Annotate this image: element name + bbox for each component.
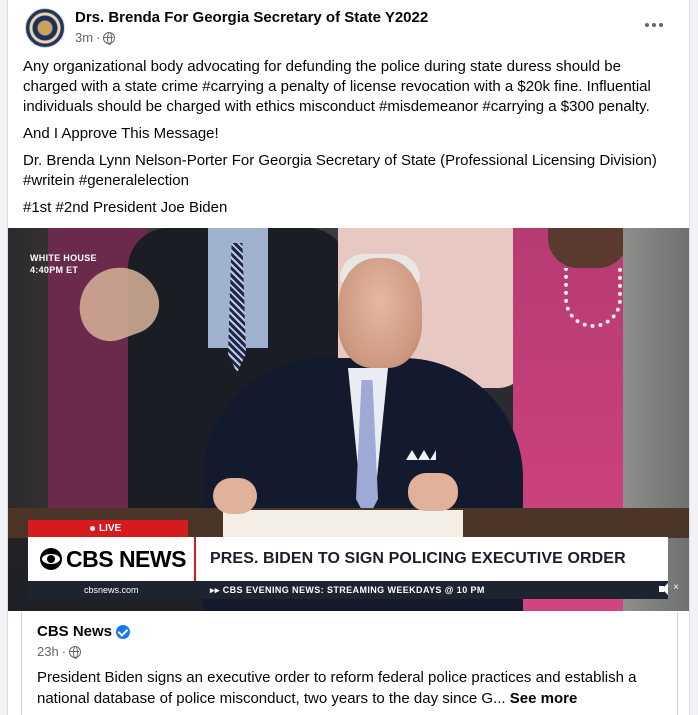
see-more-link[interactable]: See more — [510, 690, 578, 707]
globe-icon[interactable] — [69, 645, 82, 659]
post-body: Any organizational body advocating for d… — [23, 57, 673, 225]
globe-icon[interactable] — [103, 31, 116, 45]
video-player[interactable]: WHITE HOUSE 4:40PM ET LIVE CBS NEWS PRES… — [8, 228, 689, 611]
time-label: 4:40PM ET — [30, 265, 79, 275]
shared-time[interactable]: 23h — [37, 644, 59, 659]
cbs-eye-icon — [40, 548, 62, 570]
meta-separator: · — [96, 30, 101, 45]
shared-author-name[interactable]: CBS News — [37, 623, 112, 640]
live-label: LIVE — [99, 523, 122, 534]
post-paragraph: Dr. Brenda Lynn Nelson-Porter For Georgi… — [23, 152, 657, 169]
post-hashtags[interactable]: #1st #2nd President Joe Biden — [23, 198, 673, 218]
scene-necklace — [564, 268, 622, 328]
post-meta: 3m · — [75, 30, 116, 45]
cbs-news-logo: CBS NEWS — [28, 537, 196, 581]
scene-person — [548, 228, 628, 268]
post-hashtags[interactable]: #writein #generalelection — [23, 171, 673, 191]
more-options-icon[interactable] — [641, 14, 667, 36]
verified-icon — [116, 624, 131, 639]
scene-hand — [213, 478, 257, 514]
news-ticker: cbsnews.com ▸▸ CBS EVENING NEWS: STREAMI… — [28, 581, 668, 599]
live-dot-icon — [90, 526, 95, 531]
news-banner: CBS NEWS PRES. BIDEN TO SIGN POLICING EX… — [28, 537, 668, 581]
scene-hand — [408, 473, 458, 511]
post-card: Drs. Brenda For Georgia Secretary of Sta… — [7, 0, 690, 715]
post-paragraph: And I Approve This Message! — [23, 125, 219, 142]
post-header: Drs. Brenda For Georgia Secretary of Sta… — [8, 0, 689, 50]
scene-head — [338, 258, 422, 368]
shared-text: President Biden signs an executive order… — [37, 667, 667, 709]
location-badge: WHITE HOUSE 4:40PM ET — [30, 252, 97, 276]
shared-post[interactable]: CBS News 23h · President Biden signs an … — [21, 612, 678, 715]
network-name: CBS NEWS — [66, 545, 186, 572]
ticker-text: ▸▸ CBS EVENING NEWS: STREAMING WEEKDAYS … — [210, 584, 485, 595]
meta-separator: · — [61, 644, 67, 659]
ticker-site: cbsnews.com — [84, 585, 139, 595]
shared-author[interactable]: CBS News — [37, 623, 131, 640]
post-time[interactable]: 3m — [75, 30, 93, 45]
news-headline: PRES. BIDEN TO SIGN POLICING EXECUTIVE O… — [210, 550, 626, 567]
location-label: WHITE HOUSE — [30, 253, 97, 263]
mute-x-icon[interactable]: × — [673, 582, 679, 593]
news-lower-third: LIVE CBS NEWS PRES. BIDEN TO SIGN POLICI… — [28, 520, 668, 611]
live-tag: LIVE — [28, 520, 188, 537]
shared-meta: 23h · — [37, 644, 82, 659]
author-name[interactable]: Drs. Brenda For Georgia Secretary of Sta… — [75, 9, 428, 26]
avatar[interactable] — [25, 8, 65, 48]
post-paragraph: Any organizational body advocating for d… — [23, 58, 651, 115]
